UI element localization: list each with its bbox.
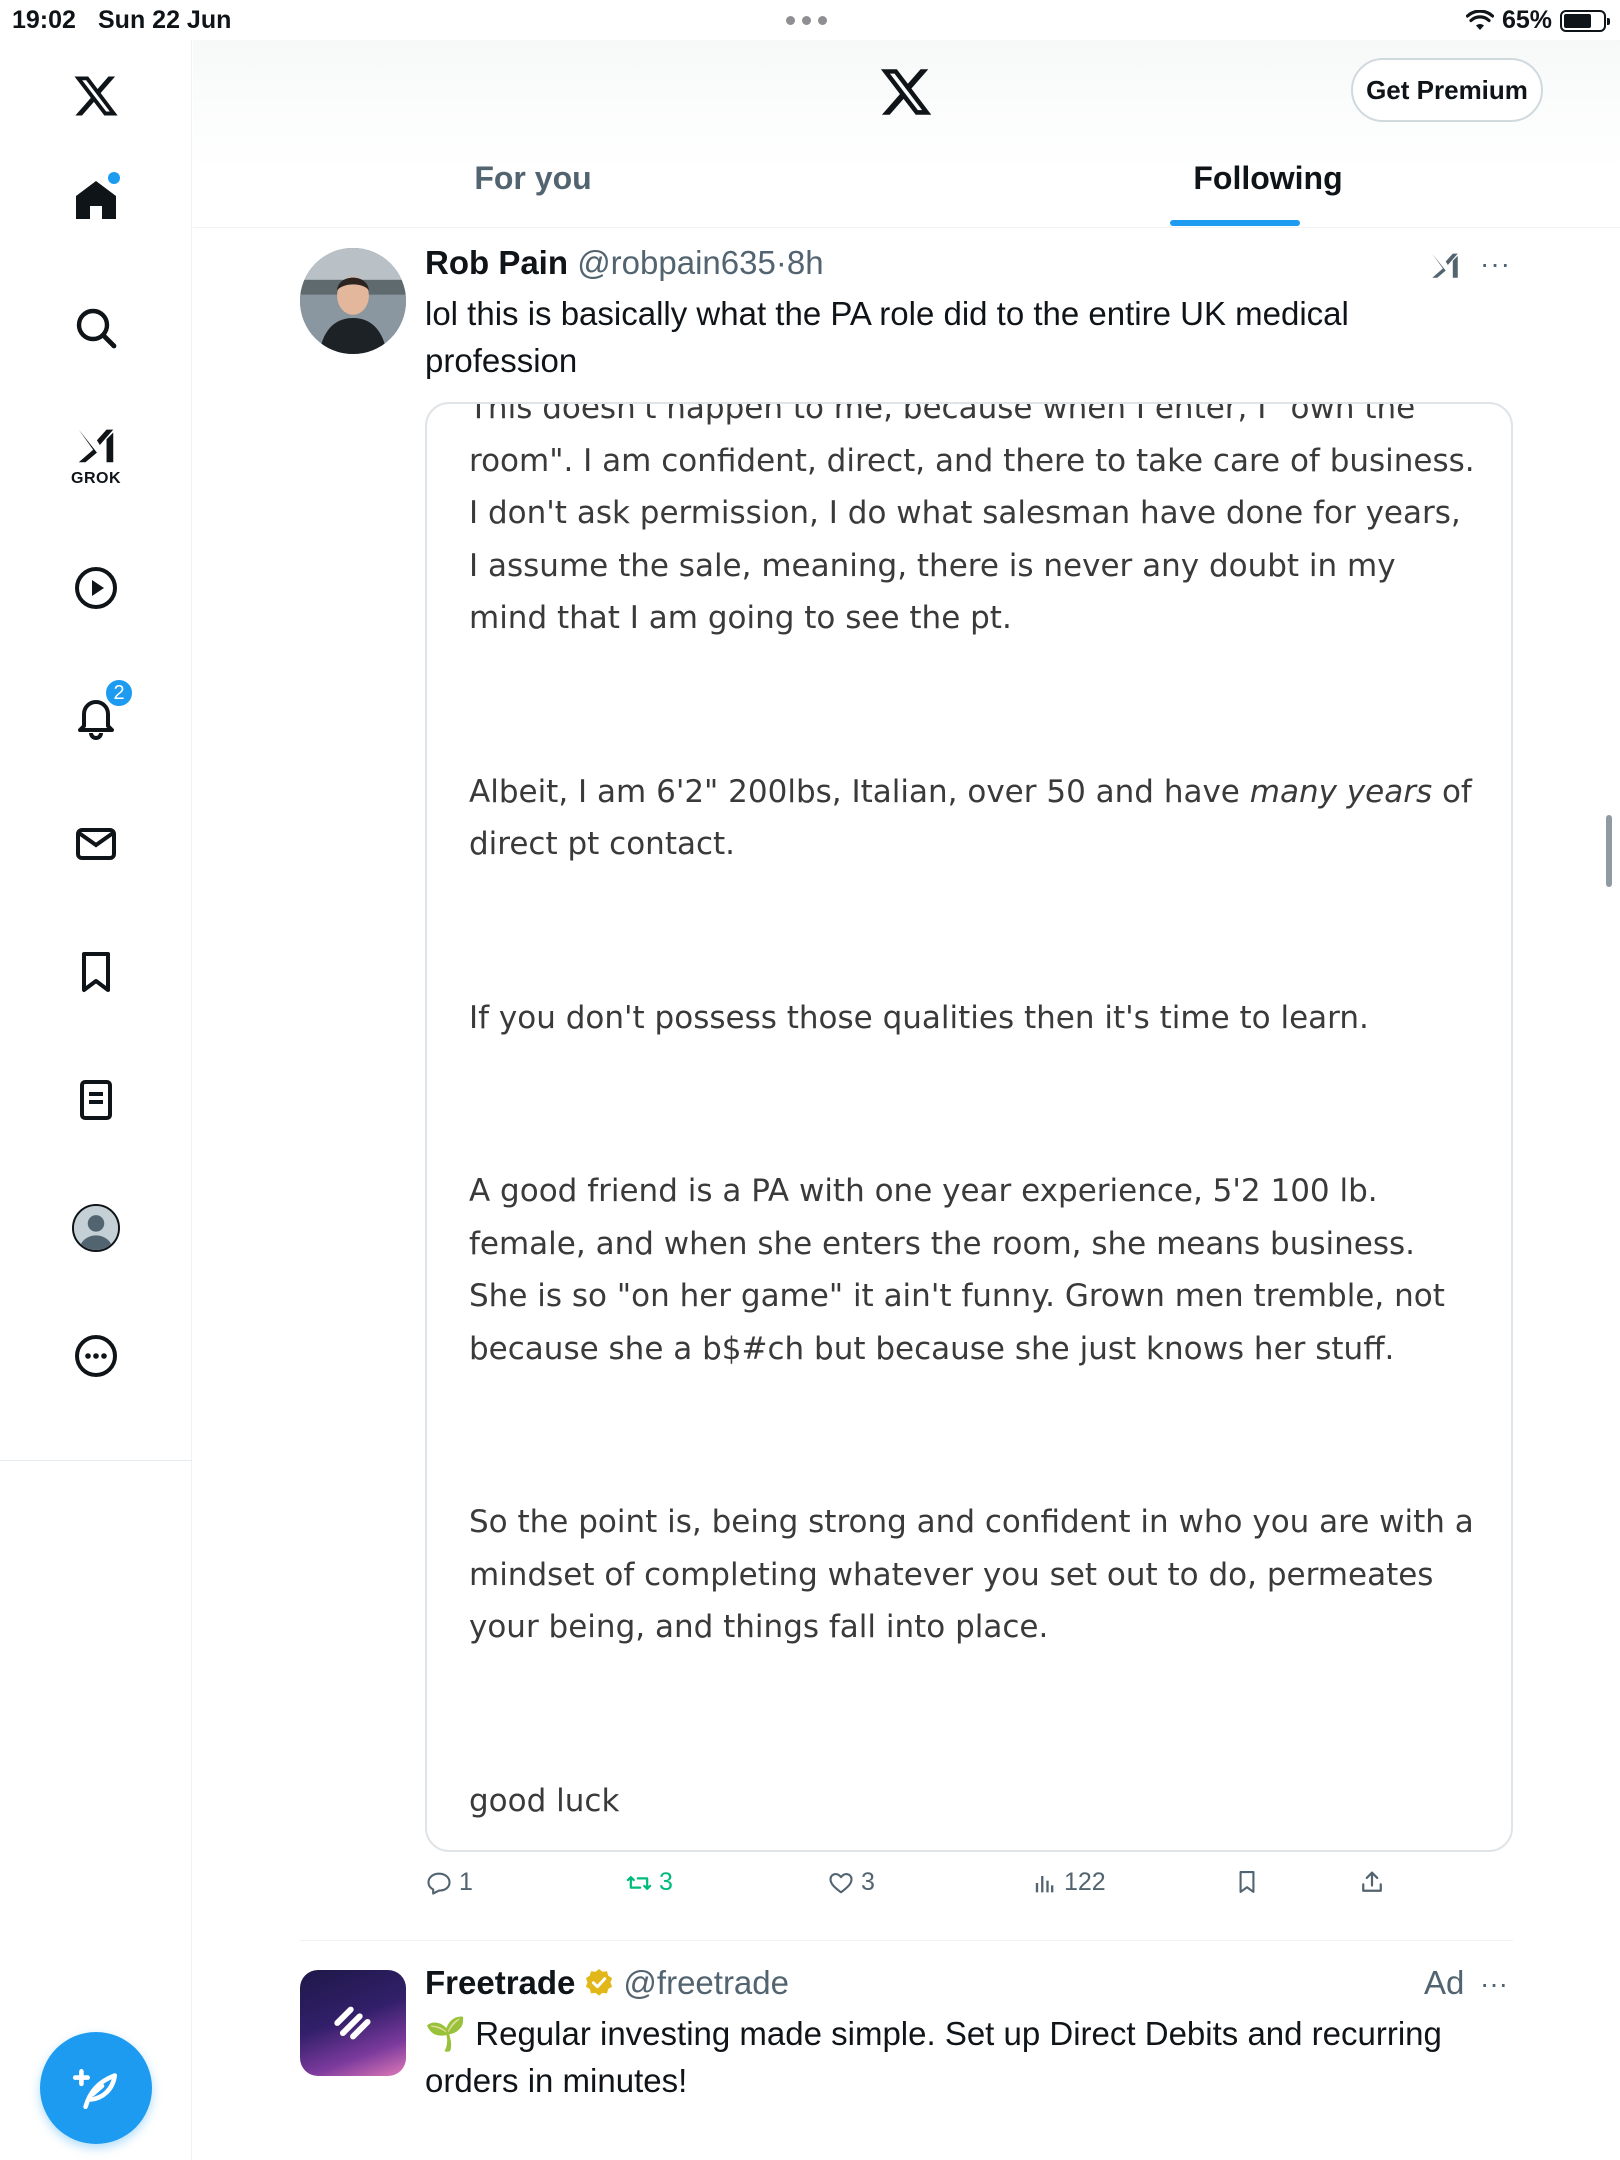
view-count: 122 xyxy=(1064,1868,1106,1896)
post-more-icon[interactable]: ··· xyxy=(1480,248,1511,280)
battery-icon xyxy=(1560,9,1610,32)
embedded-text-body: This doesn't happen to me, because when … xyxy=(469,402,1479,1827)
profile-avatar-icon[interactable] xyxy=(66,1198,126,1258)
ad-text: 🌱 Regular investing made simple. Set up … xyxy=(425,2010,1485,2104)
reply-button[interactable]: 1 xyxy=(425,1868,473,1897)
embedded-paragraph: This doesn't happen to me, because when … xyxy=(469,402,1475,636)
messages-envelope-icon[interactable] xyxy=(66,814,126,874)
avatar xyxy=(72,1204,120,1252)
notification-count-badge: 2 xyxy=(104,678,134,708)
views-chart-icon xyxy=(1035,1875,1054,1892)
get-premium-button[interactable]: Get Premium xyxy=(1351,58,1543,122)
verified-gold-badge-icon[interactable] xyxy=(583,1967,615,1999)
status-right: 65% xyxy=(1465,6,1610,35)
ad-text-body: Regular investing made simple. Set up Di… xyxy=(425,2015,1442,2099)
post-separator xyxy=(300,1940,1513,1941)
sidebar: GROK 2 xyxy=(0,40,192,2160)
battery-percent: 65% xyxy=(1501,6,1552,34)
embedded-text-emphasis: many years xyxy=(1249,773,1433,810)
repost-icon xyxy=(626,1875,652,1890)
post-author-name[interactable]: Rob Pain xyxy=(425,244,568,281)
ad-author-avatar[interactable] xyxy=(300,1970,406,2076)
like-count: 3 xyxy=(861,1868,875,1896)
post-embedded-text-image[interactable]: This doesn't happen to me, because when … xyxy=(425,402,1513,1852)
post-text: lol this is basically what the PA role d… xyxy=(425,295,1349,379)
home-unread-dot xyxy=(108,172,120,184)
embedded-paragraph: Albeit, I am 6'2" 200lbs, Italian, over … xyxy=(469,766,1479,871)
reply-icon xyxy=(427,1872,451,1895)
more-options-icon[interactable] xyxy=(66,1326,126,1386)
grok-label: GROK xyxy=(71,470,121,487)
share-upload-icon xyxy=(1362,1871,1382,1892)
search-icon[interactable] xyxy=(66,298,126,358)
share-button[interactable] xyxy=(1358,1868,1386,1896)
embedded-paragraph: If you don't possess those qualities the… xyxy=(469,999,1369,1036)
bookmarks-icon[interactable] xyxy=(66,942,126,1002)
seedling-emoji-icon: 🌱 xyxy=(425,2015,467,2052)
embedded-text-fragment: Albeit, I am 6'2" 200lbs, Italian, over … xyxy=(469,773,1250,810)
ad-author-name[interactable]: Freetrade xyxy=(425,1964,575,2002)
post-author-handle[interactable]: @robpain635 xyxy=(577,244,776,281)
embedded-paragraph: So the point is, being strong and confid… xyxy=(469,1504,1474,1645)
grok-explain-icon[interactable] xyxy=(1428,248,1462,282)
ad-header: Freetrade @freetrade xyxy=(425,1964,789,2002)
repost-button[interactable]: 3 xyxy=(625,1868,673,1897)
ad-more-icon[interactable]: ··· xyxy=(1480,1968,1508,2000)
ad-label: Ad xyxy=(1424,1964,1465,2001)
heart-icon xyxy=(829,1872,853,1893)
x-logo-icon[interactable] xyxy=(878,64,934,120)
post-action-bar: 1 3 3 122 xyxy=(425,1868,1425,1912)
home-icon[interactable] xyxy=(66,170,126,230)
x-logo-icon[interactable] xyxy=(66,66,126,126)
timeline-header: Get Premium For you Following xyxy=(193,40,1620,228)
like-button[interactable]: 3 xyxy=(827,1868,875,1897)
post-timestamp[interactable]: 8h xyxy=(787,244,824,281)
video-play-icon[interactable] xyxy=(66,558,126,618)
compose-post-button[interactable] xyxy=(40,2032,152,2144)
post-author-avatar[interactable] xyxy=(300,248,406,354)
ad-author-handle[interactable]: @freetrade xyxy=(623,1964,789,2002)
active-tab-indicator xyxy=(1170,220,1300,226)
wifi-icon xyxy=(1465,9,1494,30)
multitasking-dots-icon[interactable] xyxy=(786,16,827,25)
lists-icon[interactable] xyxy=(66,1070,126,1130)
bookmark-button[interactable] xyxy=(1233,1868,1261,1896)
tab-for-you[interactable]: For you xyxy=(423,160,643,228)
post-meta-separator: · xyxy=(775,244,787,281)
embedded-paragraph: A good friend is a PA with one year expe… xyxy=(469,1173,1445,1367)
scrollbar-indicator[interactable] xyxy=(1606,815,1612,887)
bookmark-icon xyxy=(1239,1871,1255,1893)
freetrade-logo-icon xyxy=(334,2006,371,2040)
embedded-paragraph: good luck xyxy=(469,1782,620,1819)
status-bar: 19:02 Sun 22 Jun 65% xyxy=(0,0,1620,40)
tab-following[interactable]: Following xyxy=(1168,160,1368,228)
repost-count: 3 xyxy=(659,1868,673,1896)
grok-icon[interactable]: GROK xyxy=(66,422,126,487)
post-header: Rob Pain @robpain635·8h xyxy=(425,244,824,282)
compose-feather-icon xyxy=(72,2069,118,2110)
sidebar-divider xyxy=(0,1460,192,1461)
notifications-bell-icon[interactable]: 2 xyxy=(66,678,134,746)
reply-count: 1 xyxy=(459,1868,473,1896)
status-date: Sun 22 Jun xyxy=(98,6,232,34)
views-button[interactable]: 122 xyxy=(1030,1868,1106,1897)
status-time: 19:02 xyxy=(12,6,76,34)
